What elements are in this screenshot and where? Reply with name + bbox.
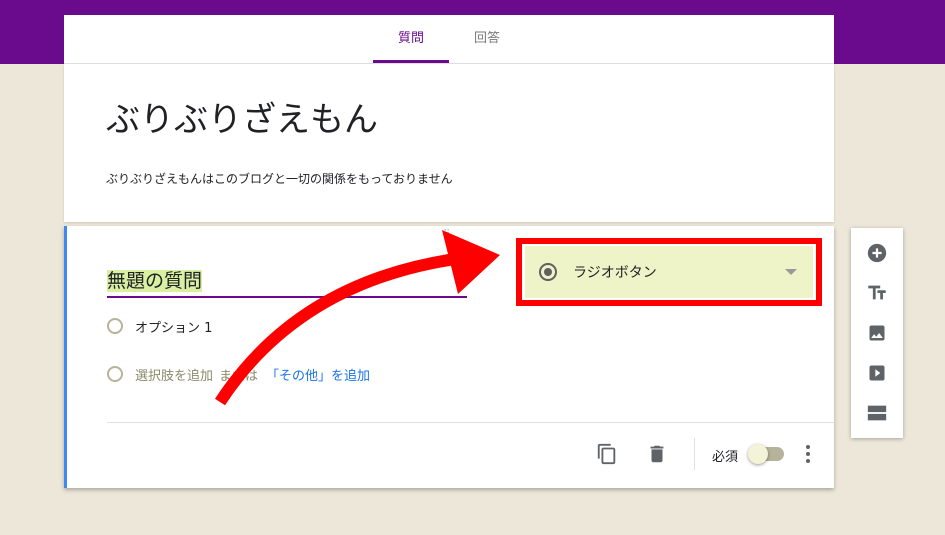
question-title-input[interactable]: 無題の質問 xyxy=(107,266,467,298)
add-section-icon[interactable] xyxy=(865,401,889,425)
divider xyxy=(694,438,695,470)
add-option-button[interactable]: 選択肢を追加 xyxy=(135,365,213,384)
question-type-dropdown[interactable]: ラジオボタン xyxy=(525,246,813,298)
add-title-icon[interactable] xyxy=(865,281,889,305)
form-title[interactable]: ぶりぶりざえもん xyxy=(106,92,378,141)
more-options-icon[interactable] xyxy=(800,440,816,468)
toggle-knob xyxy=(748,444,768,464)
option-1-input[interactable]: オプション 1 xyxy=(135,317,212,336)
drag-handle-icon[interactable]: ⠿ xyxy=(443,230,451,240)
dropdown-arrow-icon xyxy=(785,269,797,275)
add-question-icon[interactable] xyxy=(865,241,889,265)
tab-responses[interactable]: 回答 xyxy=(464,15,510,63)
add-other-link[interactable]: 「その他」を追加 xyxy=(266,365,370,384)
tab-questions[interactable]: 質問 xyxy=(373,15,449,63)
question-title-text: 無題の質問 xyxy=(107,270,203,292)
duplicate-icon[interactable] xyxy=(595,442,619,466)
divider xyxy=(107,422,834,423)
form-description[interactable]: ぶりぶりざえもんはこのブログと一切の関係をもっておりません xyxy=(106,170,453,187)
side-toolbar xyxy=(851,228,903,438)
add-image-icon[interactable] xyxy=(865,321,889,345)
option-row: オプション 1 xyxy=(107,315,212,337)
required-toggle[interactable] xyxy=(748,444,784,464)
question-card[interactable]: ⠿ 無題の質問 オプション 1 選択肢を追加 または 「その他」を追加 ラジオボ… xyxy=(64,226,834,488)
required-label: 必須 xyxy=(712,450,739,465)
add-option-row: 選択肢を追加 または 「その他」を追加 xyxy=(107,363,370,385)
or-text: または xyxy=(219,368,259,384)
form-title-card: ぶりぶりざえもん ぶりぶりざえもんはこのブログと一切の関係をもっておりません xyxy=(64,64,834,222)
add-video-icon[interactable] xyxy=(865,361,889,385)
radio-button-icon xyxy=(539,263,557,281)
radio-circle-icon xyxy=(107,366,123,382)
question-type-label: ラジオボタン xyxy=(573,265,657,281)
delete-icon[interactable] xyxy=(645,442,669,466)
form-tabs-bar: 質問 回答 xyxy=(64,15,834,64)
radio-circle-icon xyxy=(107,318,123,334)
